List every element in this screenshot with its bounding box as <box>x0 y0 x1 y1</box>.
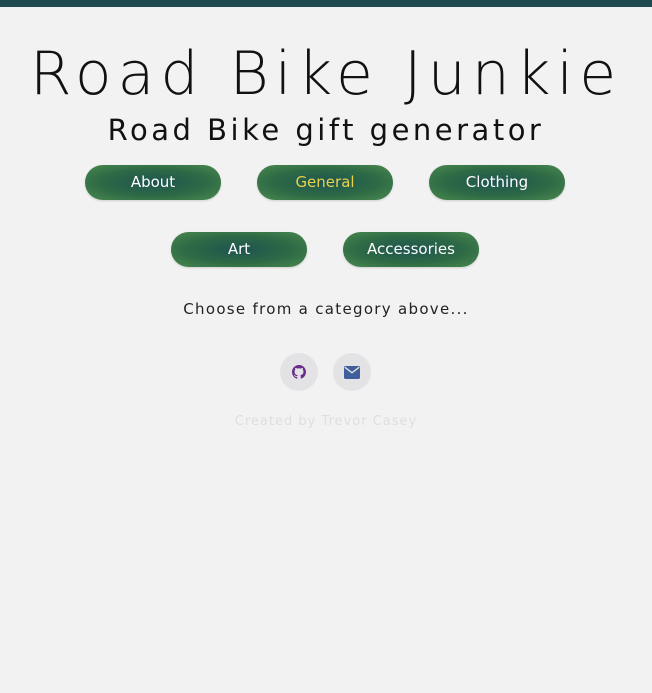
top-bar <box>0 0 652 7</box>
email-button[interactable] <box>333 353 371 391</box>
about-button[interactable]: About <box>85 165 221 200</box>
site-subtitle: Road Bike gift generator <box>107 113 545 147</box>
category-prompt: Choose from a category above... <box>183 300 469 318</box>
github-button[interactable] <box>280 353 318 391</box>
clothing-button[interactable]: Clothing <box>429 165 565 200</box>
general-button[interactable]: General <box>257 165 393 200</box>
envelope-icon <box>344 365 360 379</box>
github-icon <box>292 365 306 379</box>
accessories-button[interactable]: Accessories <box>343 232 479 267</box>
credit-text: Created by Trevor Casey <box>234 414 418 429</box>
site-title: Road Bike Junkie <box>29 39 623 109</box>
art-button[interactable]: Art <box>171 232 307 267</box>
